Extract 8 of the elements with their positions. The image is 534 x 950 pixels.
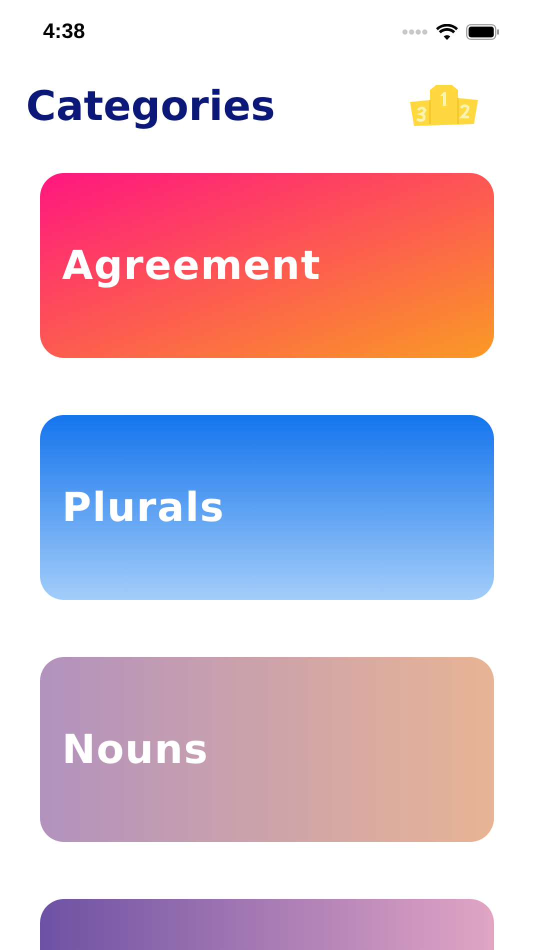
battery-icon	[466, 24, 500, 40]
wifi-icon	[436, 24, 458, 40]
category-card[interactable]: Plurals	[40, 415, 494, 600]
signal-icon	[402, 29, 428, 35]
category-card[interactable]: Agreement	[40, 173, 494, 358]
category-card[interactable]: Nouns	[40, 657, 494, 842]
status-time: 4:38	[43, 20, 86, 44]
page-title: Categories	[26, 82, 276, 130]
